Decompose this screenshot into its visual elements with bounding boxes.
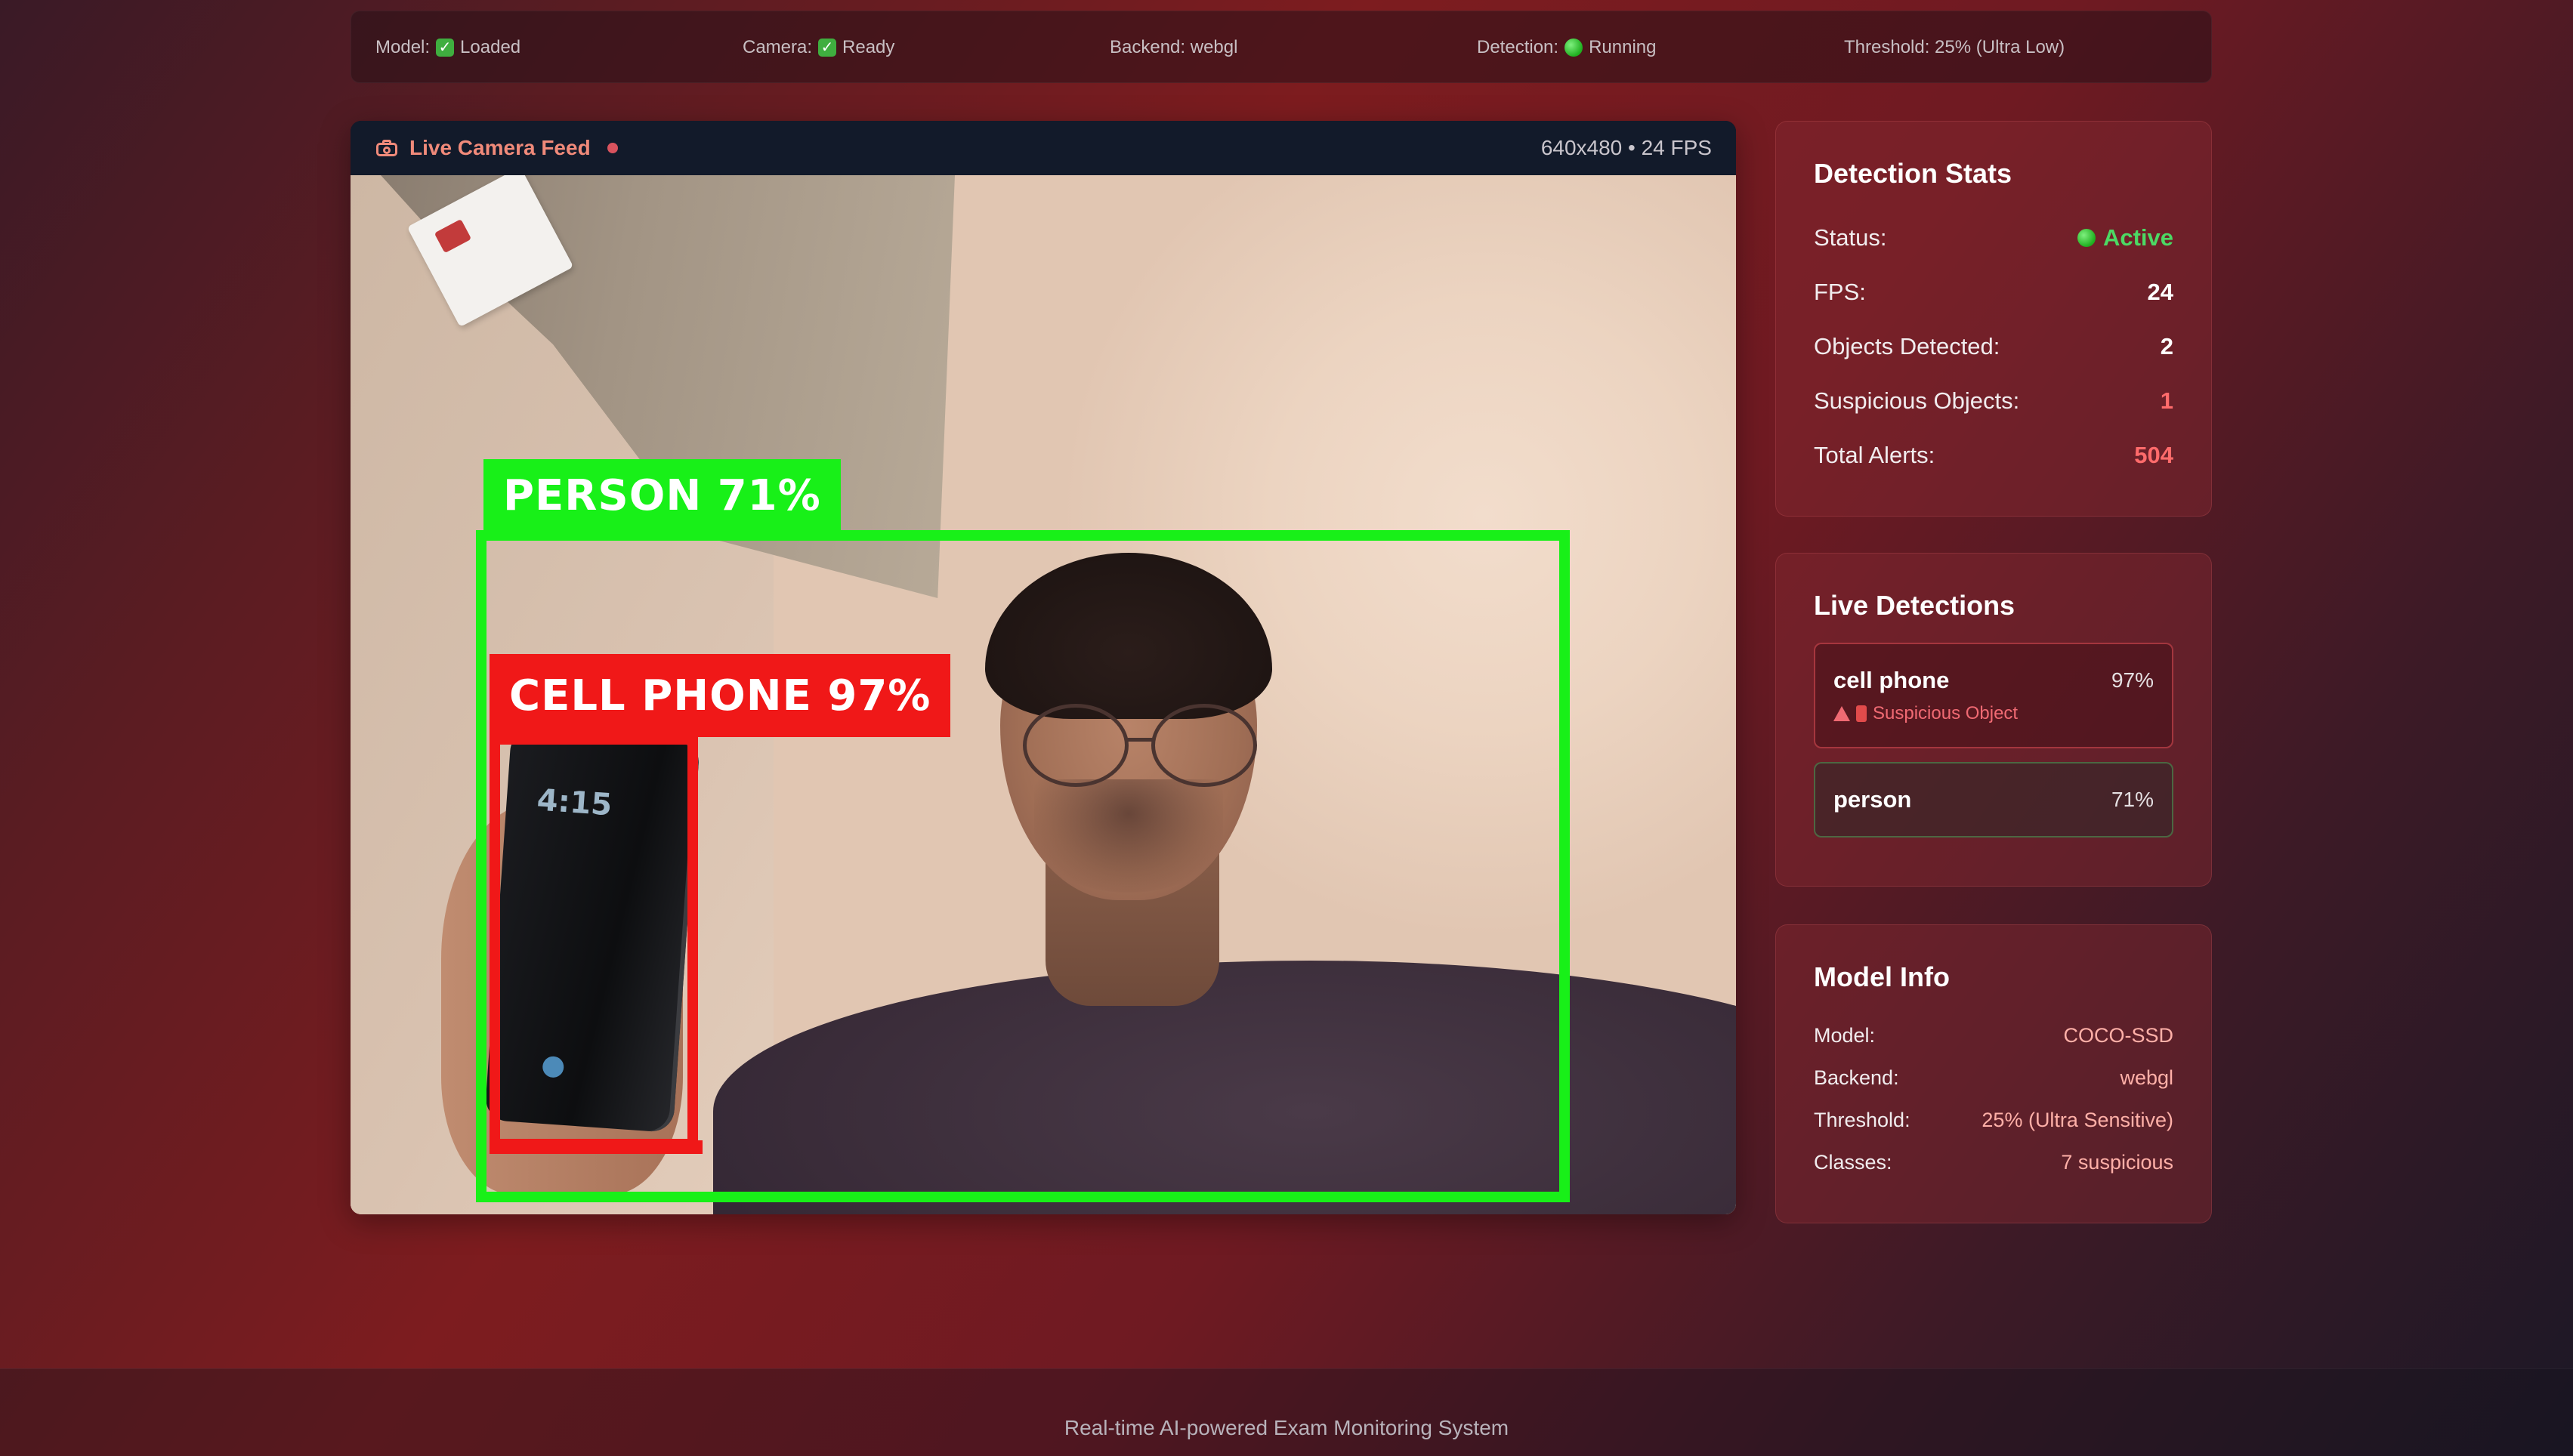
stat-fps: FPS: 24: [1814, 265, 2173, 319]
camera-header: Live Camera Feed 640x480 • 24 FPS: [351, 121, 1736, 175]
check-icon: ✓: [818, 39, 837, 57]
recording-dot-icon: [607, 143, 618, 153]
classes-label: Classes:: [1814, 1150, 1892, 1174]
stat-suspicious-value: 1: [2160, 387, 2173, 414]
detection-confidence: 71%: [2111, 788, 2154, 811]
camera-panel: Live Camera Feed 640x480 • 24 FPS 4:15 P…: [351, 121, 1736, 1214]
status-bar: Model: ✓ Loaded Camera: ✓ Ready Backend:…: [351, 11, 2212, 83]
camera-resolution-fps: 640x480 • 24 FPS: [1540, 136, 1712, 159]
person-box-label: PERSON 71%: [483, 459, 841, 532]
stat-objects: Objects Detected: 2: [1814, 319, 2173, 374]
stat-fps-value: 24: [2147, 279, 2173, 305]
green-dot-icon: [2077, 229, 2096, 247]
suspicious-warning: Suspicious Object: [1833, 703, 2154, 724]
model-label: Model:: [1814, 1023, 1876, 1047]
detection-stats-title: Detection Stats: [1814, 158, 2012, 189]
status-model: Model: ✓ Loaded: [375, 11, 520, 84]
detection-name: person: [1833, 786, 1912, 813]
stat-alerts-value: 504: [2134, 442, 2173, 468]
model-row-threshold: Threshold: 25% (Ultra Sensitive): [1814, 1099, 2173, 1141]
status-threshold-text: Threshold: 25% (Ultra Low): [1844, 37, 2065, 57]
model-row-backend: Backend: webgl: [1814, 1057, 2173, 1099]
detection-confidence: 97%: [2111, 668, 2154, 692]
stat-alerts-label: Total Alerts:: [1814, 442, 1935, 468]
status-camera: Camera: ✓ Ready: [743, 11, 894, 84]
detection-stats-panel: Detection Stats Status: Active FPS: 24 O…: [1775, 121, 2212, 517]
detection-name: cell phone: [1833, 667, 1950, 693]
phone-icon: [1856, 705, 1867, 722]
stat-status: Status: Active: [1814, 211, 2173, 265]
status-backend-text: Backend: webgl: [1110, 37, 1238, 57]
stat-objects-label: Objects Detected:: [1814, 333, 2000, 359]
model-row-model: Model: COCO-SSD: [1814, 1014, 2173, 1057]
model-info-panel: Model Info Model: COCO-SSD Backend: webg…: [1775, 924, 2212, 1223]
status-threshold: Threshold: 25% (Ultra Low): [1844, 11, 2065, 84]
status-detection: Detection: Running: [1477, 11, 1656, 84]
status-model-value: Loaded: [460, 37, 521, 57]
threshold-label: Threshold:: [1814, 1108, 1910, 1131]
stat-status-label: Status:: [1814, 224, 1887, 251]
backend-value: webgl: [2120, 1066, 2173, 1089]
stat-suspicious-label: Suspicious Objects:: [1814, 387, 2020, 414]
camera-title: Live Camera Feed: [375, 136, 618, 160]
stat-fps-label: FPS:: [1814, 279, 1866, 305]
status-model-label: Model:: [375, 37, 431, 57]
green-dot-icon: [1564, 39, 1583, 57]
model-row-classes: Classes: 7 suspicious: [1814, 1141, 2173, 1183]
camera-icon: [375, 138, 399, 158]
model-info-title: Model Info: [1814, 961, 1950, 992]
live-detections-panel: Live Detections cell phone 97% Suspiciou…: [1775, 553, 2212, 887]
status-backend: Backend: webgl: [1110, 11, 1237, 84]
stat-alerts: Total Alerts: 504: [1814, 428, 2173, 483]
camera-feed[interactable]: 4:15 PERSON 71% CELL PHONE 97%: [351, 175, 1736, 1214]
threshold-value: 25% (Ultra Sensitive): [1981, 1108, 2173, 1131]
cell-phone-box-underline: [490, 1140, 703, 1154]
detection-item[interactable]: person 71%: [1814, 762, 2173, 838]
live-detections-title: Live Detections: [1814, 590, 2015, 621]
footer-text: Real-time AI-powered Exam Monitoring Sys…: [1064, 1416, 1509, 1439]
footer: Real-time AI-powered Exam Monitoring Sys…: [0, 1368, 2573, 1456]
cell-phone-box-label: CELL PHONE 97%: [490, 654, 951, 737]
stat-suspicious: Suspicious Objects: 1: [1814, 374, 2173, 428]
suspicious-warning-text: Suspicious Object: [1873, 703, 2019, 723]
status-camera-label: Camera:: [743, 37, 813, 57]
cell-phone-bounding-box: [490, 734, 698, 1149]
warning-icon: [1833, 706, 1850, 721]
backend-label: Backend:: [1814, 1066, 1899, 1089]
status-detection-label: Detection:: [1477, 37, 1559, 57]
classes-value: 7 suspicious: [2061, 1150, 2173, 1174]
status-detection-value: Running: [1589, 37, 1657, 57]
stat-objects-value: 2: [2160, 333, 2173, 359]
status-camera-value: Ready: [842, 37, 895, 57]
stat-status-value: Active: [2077, 224, 2173, 251]
stat-status-value-text: Active: [2102, 224, 2173, 251]
model-value: COCO-SSD: [2063, 1023, 2173, 1047]
detection-item[interactable]: cell phone 97% Suspicious Object: [1814, 643, 2173, 748]
camera-title-text: Live Camera Feed: [409, 136, 591, 159]
check-icon: ✓: [436, 39, 455, 57]
